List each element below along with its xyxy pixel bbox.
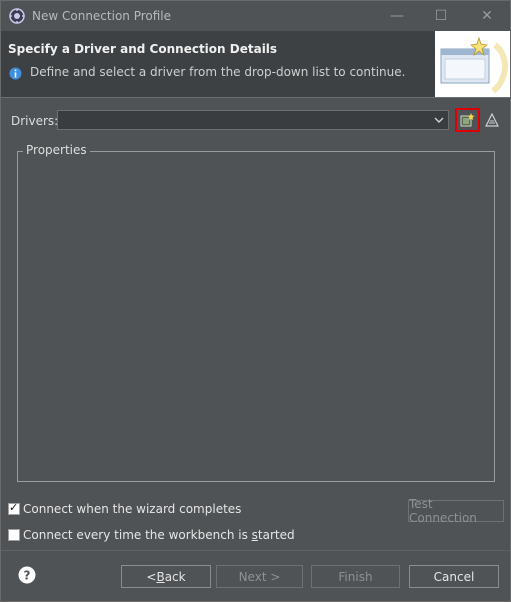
finish-button[interactable]: Finish	[311, 565, 400, 588]
window-title: New Connection Profile	[32, 9, 172, 23]
connect-on-complete-checkbox[interactable]: ✓	[8, 501, 20, 515]
svg-text:?: ?	[24, 569, 31, 583]
test-connection-button[interactable]: Test Connection	[408, 497, 504, 525]
edit-driver-icon	[485, 113, 499, 127]
close-button[interactable]: ✕	[465, 1, 509, 31]
banner-message: Define and select a driver from the drop…	[30, 65, 406, 79]
connect-on-complete-label: Connect when the wizard completes	[23, 502, 242, 516]
maximize-button[interactable]: ☐	[419, 1, 463, 31]
window-wizard-icon	[435, 31, 510, 97]
properties-group	[17, 151, 495, 482]
banner-title: Specify a Driver and Connection Details	[8, 42, 278, 56]
minimize-button[interactable]: —	[375, 1, 419, 31]
drivers-label: Drivers:	[11, 114, 59, 128]
info-icon	[9, 67, 22, 80]
back-button[interactable]: < Back	[121, 565, 211, 588]
new-driver-button[interactable]	[455, 108, 480, 132]
properties-label: Properties	[23, 143, 90, 157]
wizard-banner-image	[435, 31, 510, 97]
connect-every-time-option[interactable]: Connect every time the workbench is star…	[8, 528, 295, 542]
connect-every-time-label: Connect every time the workbench is star…	[23, 528, 295, 542]
connect-on-complete-option[interactable]: ✓ Connect when the wizard completes	[8, 501, 242, 516]
wizard-banner: Specify a Driver and Connection Details …	[1, 31, 510, 97]
drivers-dropdown[interactable]	[57, 110, 449, 130]
edit-driver-button[interactable]	[483, 110, 501, 130]
footer-separator	[1, 550, 510, 551]
chevron-down-icon[interactable]	[430, 111, 448, 129]
checkmark-icon: ✓	[9, 501, 19, 514]
cancel-button[interactable]: Cancel	[409, 565, 499, 588]
next-button[interactable]: Next >	[216, 565, 303, 588]
dialog-window: New Connection Profile — ☐ ✕ Specify a D…	[0, 0, 511, 602]
help-icon[interactable]: ?	[18, 566, 36, 584]
title-bar: New Connection Profile — ☐ ✕	[1, 1, 510, 31]
connect-every-time-checkbox[interactable]	[8, 529, 20, 541]
app-icon	[9, 8, 25, 24]
new-driver-icon	[460, 112, 475, 126]
banner-separator	[1, 97, 510, 98]
